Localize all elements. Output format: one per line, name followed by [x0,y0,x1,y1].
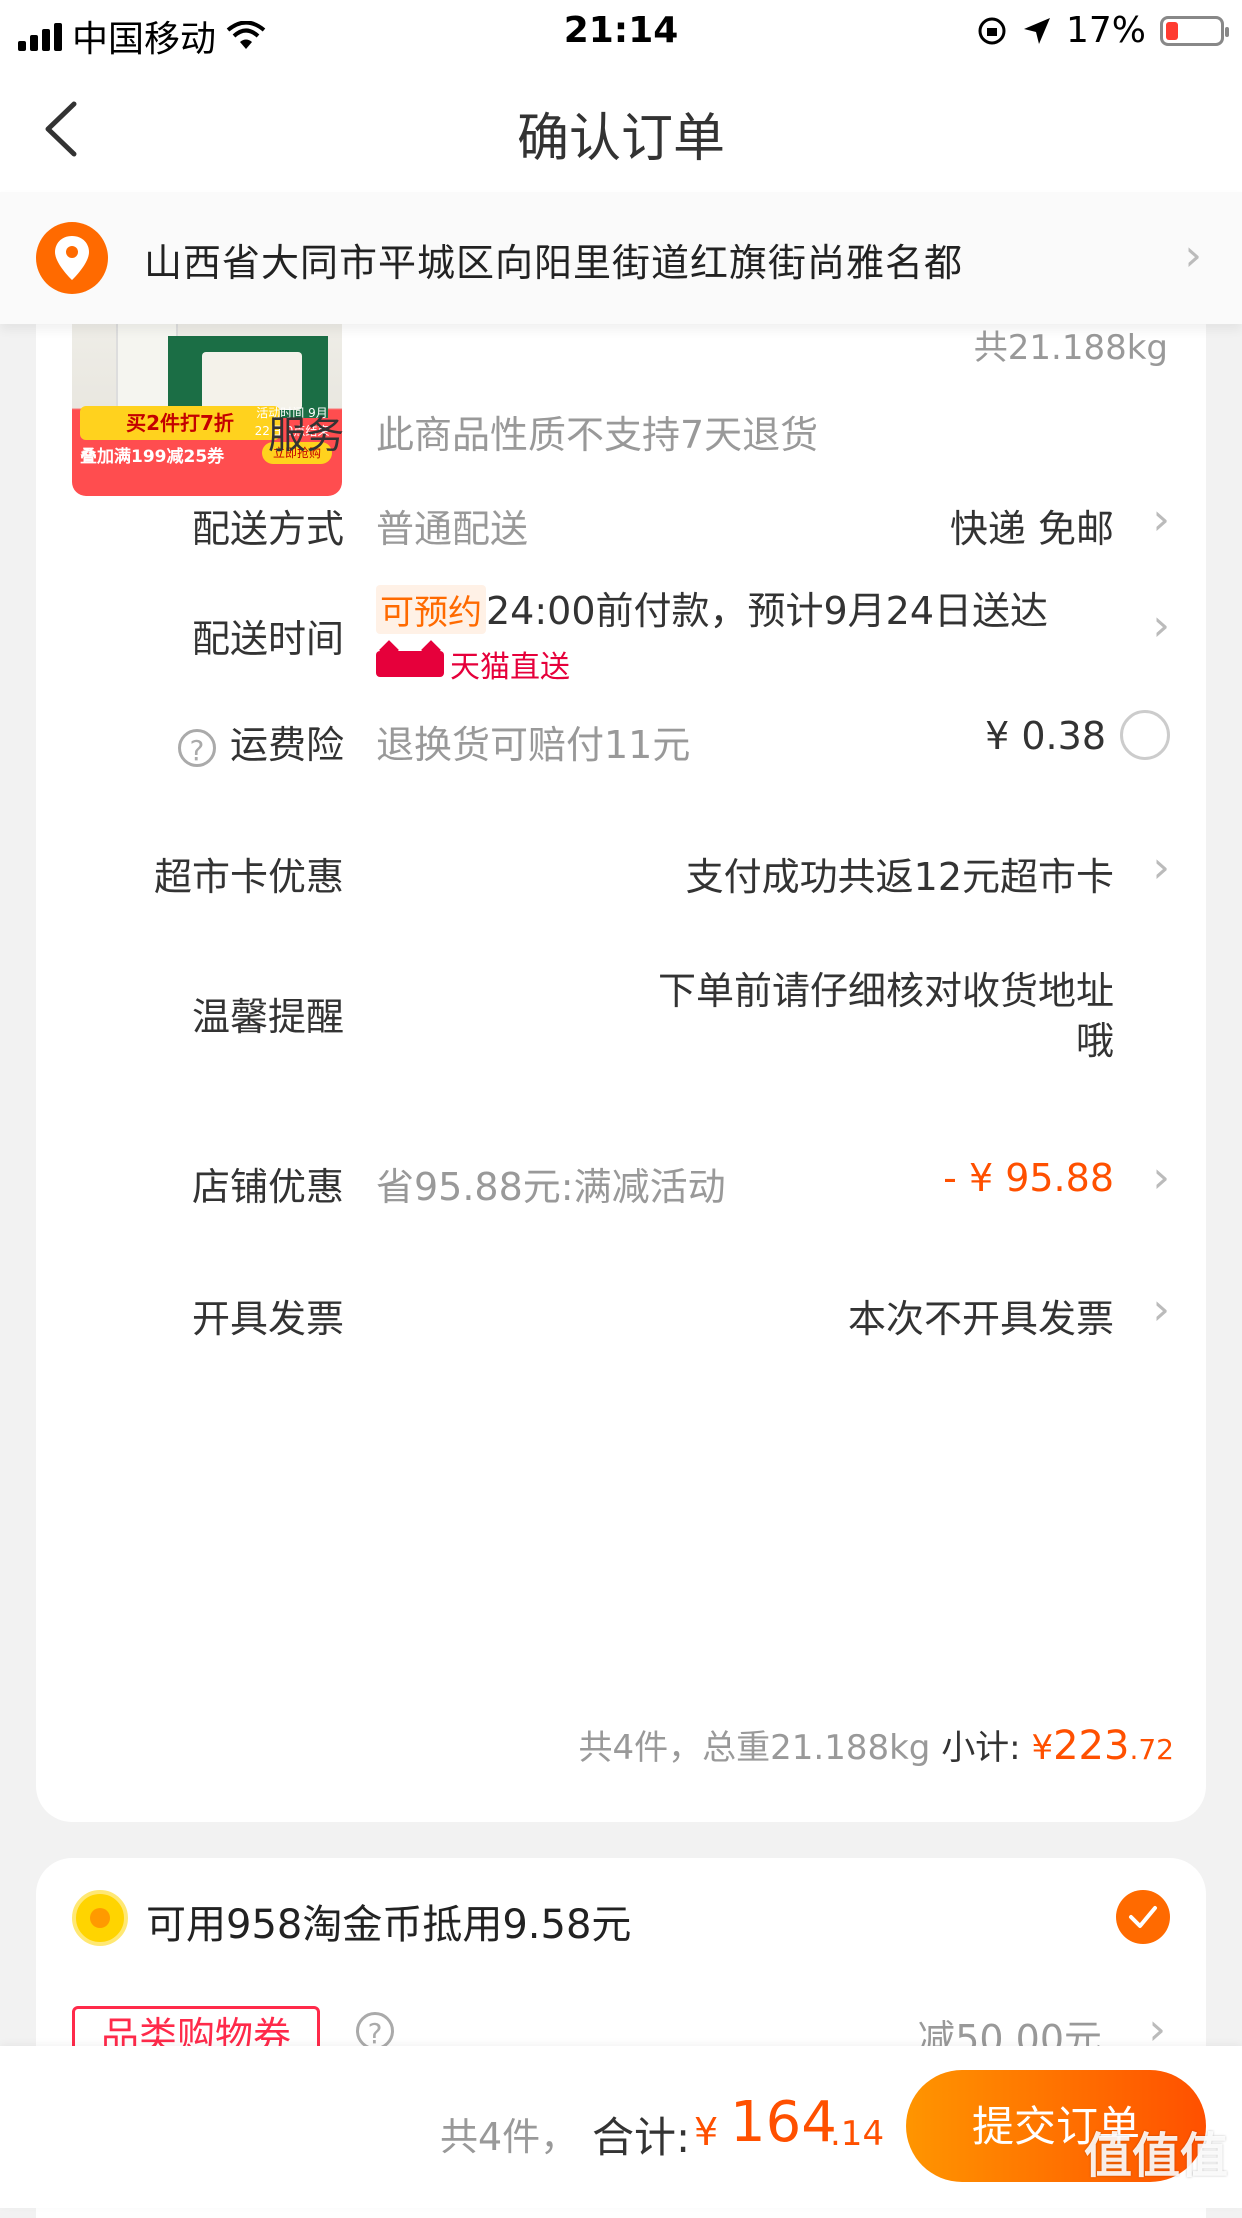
product-box-label [202,352,302,410]
total-count: 共4件， [440,2115,579,2159]
shop-discount-row[interactable]: 店铺优惠 省95.88元:满减活动 - ¥ 95.88 › [36,1152,1206,1216]
insurance-label: 运费险 [229,723,344,767]
rotation-lock-icon [978,17,1006,44]
coupon-help[interactable]: ? [356,2012,408,2050]
delivery-time-text: 24:00前付款，预计9月24日送达 [486,589,1049,633]
insurance-value: 退换货可赔付11元 [376,723,691,767]
card-offer-label: 超市卡优惠 [153,855,344,899]
tmall-direct-badge: 天猫直送 [376,642,570,686]
coin-checkbox[interactable] [1116,1890,1170,1944]
location-arrow-icon [1023,17,1050,44]
battery-icon [1160,15,1229,46]
invoice-row[interactable]: 开具发票 本次不开具发票 › [36,1284,1206,1348]
reminder-line1: 下单前请仔细核对收货地址 [657,969,1114,1013]
chevron-right-icon: › [1152,600,1170,651]
invoice-value: 本次不开具发票 [847,1297,1114,1341]
delivery-method: 快递 免邮 [949,507,1114,551]
watermark-logo: 值值值 [1083,2128,1228,2184]
total-label: 合计: [592,2113,691,2162]
insurance-price: ¥ 0.38 [985,714,1106,758]
insurance-radio[interactable] [1120,710,1170,760]
status-right: 17% [976,10,1229,51]
total-cents: .14 [830,2114,885,2154]
insurance-row: ? 运费险 退换货可赔付11元 ¥ 0.38 [36,710,1206,774]
total-yen: ¥ [694,2110,719,2154]
subtotal-summary: 共4件，总重21.188kg [578,1728,931,1768]
coin-offer-text: 可用958淘金币抵用9.58元 [146,1902,632,1948]
service-row: 服务 此商品性质不支持7天退货 [36,404,1206,464]
chevron-right-icon: › [1152,494,1170,545]
battery-percent: 17% [1065,10,1146,51]
tmall-cat-icon [376,651,444,677]
card-offer-row[interactable]: 超市卡优惠 支付成功共返12元超市卡 › [36,842,1206,906]
question-icon[interactable]: ? [177,728,216,767]
invoice-label: 开具发票 [191,1297,344,1341]
subtotal-yen: ¥ [1031,1728,1054,1768]
shop-discount-label: 店铺优惠 [191,1165,344,1209]
delivery-value: 普通配送 [376,507,529,551]
chevron-right-icon: › [1152,1152,1170,1203]
check-icon [1129,1906,1157,1928]
total-amount: 164 [730,2090,837,2155]
question-icon: ? [356,2012,394,2050]
card-offer-value: 支付成功共返12元超市卡 [685,855,1114,899]
watermark-url: zhizhizhi.com [1106,2180,1228,2201]
delivery-row[interactable]: 配送方式 普通配送 快递 免邮 › [36,494,1206,558]
subtotal: 共4件，总重21.188kg 小计: ¥223.72 [579,1720,1175,1769]
chevron-right-icon: › [1152,842,1170,893]
subtotal-label: 小计: [941,1728,1021,1768]
address-bar[interactable]: 山西省大同市平城区向阳里街道红旗街尚雅名都 › [0,192,1242,324]
order-card: 买2件打7折 叠加满199减25券 活动时间 9月22日 0点结束 立即抢购 共… [36,300,1206,1822]
delivery-label: 配送方式 [191,507,344,551]
page-title: 确认订单 [516,109,725,169]
tmall-direct-label: 天猫直送 [450,650,570,685]
product-image[interactable]: 买2件打7折 叠加满199减25券 活动时间 9月22日 0点结束 立即抢购 [72,300,342,496]
chevron-right-icon: › [1152,1284,1170,1335]
reserve-tag: 可预约 [376,585,486,634]
address-text: 山西省大同市平城区向阳里街道红旗街尚雅名都 [144,241,964,285]
reminder-line2: 哦 [1075,1019,1114,1063]
bottom-bar: 共4件， 合计: ¥ 164 .14 提交订单 值值值 zhizhizhi.co… [0,2046,1242,2208]
reminder-row: 温馨提醒 下单前请仔细核对收货地址 哦 [36,960,1206,1063]
insurance-label-group: ? 运费险 [177,714,344,769]
chevron-right-icon: › [1184,230,1202,281]
service-value: 此商品性质不支持7天退货 [376,413,819,457]
status-bar: 中国移动 21:14 17% [0,0,1242,64]
shop-discount-amount: - ¥ 95.88 [943,1156,1114,1200]
delivery-time-value: 可预约 24:00前付款，预计9月24日送达 [376,580,1048,635]
product-weight: 共21.188kg [973,328,1168,368]
delivery-time-label: 配送时间 [191,617,344,661]
location-pin-icon [36,222,108,294]
taojinbi-coin-icon [72,1890,128,1946]
nav-bar: 确认订单 [0,64,1242,192]
service-label: 服务 [267,413,344,457]
subtotal-amount: 223 [1053,1723,1130,1769]
reminder-label: 温馨提醒 [191,995,344,1039]
delivery-time-row[interactable]: 配送时间 可预约 24:00前付款，预计9月24日送达 天猫直送 › [36,585,1206,710]
shop-discount-value: 省95.88元:满减活动 [376,1165,726,1209]
subtotal-cents: .72 [1129,1733,1174,1766]
